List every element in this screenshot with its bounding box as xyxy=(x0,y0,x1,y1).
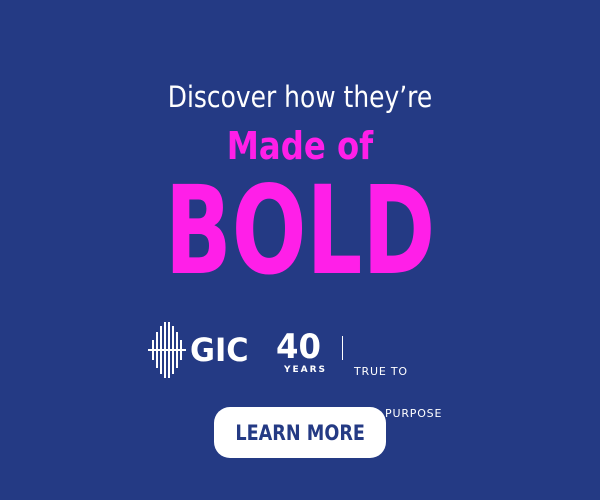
logo-years-label: YEARS xyxy=(284,365,328,375)
logo-anniversary-number: 40 xyxy=(276,327,321,367)
intro-text: Discover how they’re xyxy=(167,80,433,114)
headline-text: BOLD xyxy=(164,160,436,302)
logo-divider xyxy=(342,336,343,360)
learn-more-button[interactable]: LEARN MORE xyxy=(214,407,386,458)
tagline-line-1: TRUE TO xyxy=(354,365,408,378)
gic-40-logo: GIC 40 YEARS TRUE TO OUR PURPOSE xyxy=(148,322,458,420)
logo-brand-text: GIC xyxy=(190,331,249,369)
gic-logo-icon xyxy=(148,322,186,378)
learn-more-label: LEARN MORE xyxy=(235,420,365,445)
ad-banner: Discover how they’re Made of BOLD GIC 40… xyxy=(0,0,600,500)
